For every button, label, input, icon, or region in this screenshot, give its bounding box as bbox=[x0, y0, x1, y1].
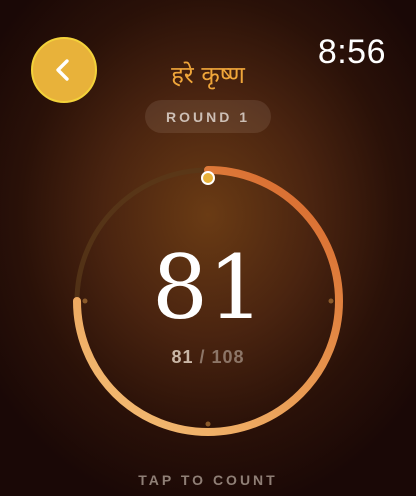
progress-total: 108 bbox=[211, 347, 245, 367]
progress-readout: 81 / 108 bbox=[0, 345, 416, 369]
count-display: 81 bbox=[152, 236, 264, 339]
progress-separator: / bbox=[199, 347, 206, 367]
tap-hint: TAP TO COUNT bbox=[138, 472, 278, 488]
quarter-marker-bottom bbox=[205, 421, 211, 427]
progress-start-knob bbox=[201, 171, 215, 185]
mantra-title: हरे कृष्ण bbox=[171, 61, 245, 89]
round-badge: ROUND 1 bbox=[145, 100, 271, 133]
round-label: ROUND 1 bbox=[165, 108, 250, 125]
progress-current: 81 bbox=[171, 347, 194, 367]
counter-screen[interactable]: 8:56 हरे कृष्ण ROUND 1 81 81 / 108 TAP T… bbox=[0, 0, 416, 496]
